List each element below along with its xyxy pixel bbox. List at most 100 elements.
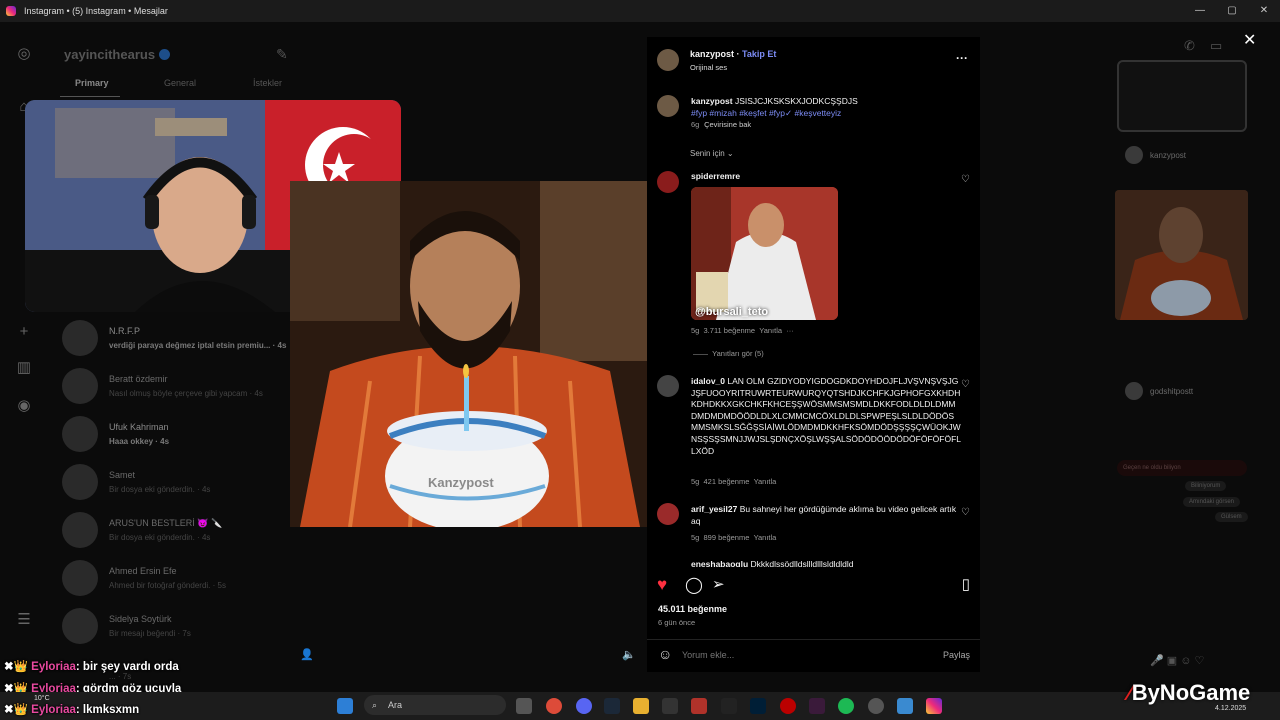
emoji-icon[interactable]: ☺: [658, 646, 672, 662]
task-view-icon[interactable]: [516, 698, 532, 714]
spotify-icon[interactable]: [838, 698, 854, 714]
shared-reel-image: [1115, 190, 1248, 320]
commenter-avatar[interactable]: [657, 171, 679, 193]
shared-reel-thumb[interactable]: [1115, 190, 1248, 320]
comment: spiderremre: [691, 171, 961, 183]
app-icon[interactable]: [691, 698, 707, 714]
window-title: Instagram • (5) Instagram • Mesajlar: [24, 6, 168, 16]
tab-primary[interactable]: Primary: [75, 78, 109, 88]
profile-icon[interactable]: 👤: [300, 648, 314, 661]
author-avatar[interactable]: [657, 49, 679, 71]
threads-icon[interactable]: ◉: [14, 396, 34, 416]
conversation-item[interactable]: ARUS'UN BESTLERİ 😈 🔪 Bir dosya eki gönder…: [62, 512, 292, 552]
app-icon[interactable]: [809, 698, 825, 714]
conversation-item[interactable]: N.R.F.P verdiği paraya değmez iptal etsin…: [62, 320, 292, 360]
video-call-icon[interactable]: ▭: [1210, 38, 1222, 54]
share-icon[interactable]: ➢: [712, 575, 725, 593]
shared-reel-thumb[interactable]: [1117, 60, 1247, 132]
audio-label[interactable]: Orijinal ses: [690, 63, 727, 72]
avatar: [62, 368, 98, 404]
comment-gif[interactable]: @bursali_teto: [691, 187, 838, 320]
translate-link[interactable]: Çevirisine bak: [704, 120, 751, 129]
compose-icon[interactable]: ✎: [276, 46, 288, 63]
taskbar-search[interactable]: ⌕ Ara: [364, 695, 506, 715]
post-author[interactable]: kanzypost: [690, 49, 734, 59]
view-replies-button[interactable]: —— Yanıtları gör (5): [693, 349, 764, 358]
conversation-item[interactable]: Ufuk Kahriman Haaa okkey · 4s: [62, 416, 292, 456]
avatar: [62, 320, 98, 356]
chrome-icon[interactable]: [546, 698, 562, 714]
comment-user[interactable]: spiderremre: [691, 171, 740, 181]
chat-background-panel: kanzypost godshitpostt Geçen ne oldu bil…: [1115, 60, 1265, 620]
menu-icon[interactable]: ☰: [14, 610, 34, 630]
comment-text: LAN OLM GZIDYODYIGDOGDKDOYHDOJFLJVŞVNŞVŞ…: [691, 376, 961, 456]
conversation-item[interactable]: Sidelya Soytürk Bir mesajı beğendi · 7s: [62, 608, 292, 648]
call-icon[interactable]: ✆: [1184, 38, 1195, 54]
post-comment-button[interactable]: Paylaş: [943, 650, 970, 660]
instagram-taskbar-icon[interactable]: [926, 698, 942, 714]
comment-meta: 5g 3.711 beğenme Yanıtla ···: [691, 326, 794, 335]
steam-icon[interactable]: [604, 698, 620, 714]
capcut-icon[interactable]: [662, 698, 678, 714]
create-icon[interactable]: +: [14, 322, 34, 342]
shared-post-author[interactable]: godshitpostt: [1150, 387, 1193, 396]
weather-widget[interactable]: 10°C: [34, 695, 50, 702]
epic-games-icon[interactable]: [721, 698, 737, 714]
app-icon[interactable]: [897, 698, 913, 714]
photoshop-icon[interactable]: [750, 698, 766, 714]
comment-user[interactable]: eneshabaoglu: [691, 559, 748, 567]
maximize-button[interactable]: ▢: [1216, 0, 1248, 22]
like-icon[interactable]: ♥: [657, 575, 667, 595]
tab-requests[interactable]: İstekler: [253, 78, 282, 88]
caption-avatar[interactable]: [657, 95, 679, 117]
caption-author[interactable]: kanzypost: [691, 96, 733, 106]
reply-button[interactable]: Yanıtla: [754, 533, 777, 542]
commenter-avatar[interactable]: [657, 503, 679, 525]
post-likes[interactable]: 45.011 beğenme: [658, 604, 727, 614]
comment-user[interactable]: arif_yesil27: [691, 504, 737, 514]
reel-video[interactable]: Kanzypost: [290, 181, 647, 527]
comment-likes[interactable]: 3.711 beğenme: [704, 326, 756, 335]
comment-likes[interactable]: 421 beğenme: [704, 477, 750, 486]
gif-image: [691, 187, 838, 320]
instagram-logo-icon[interactable]: ◎: [14, 44, 34, 64]
stream-chat-line: ✖👑 Eyloriaa: bir şey vardı orda: [4, 661, 179, 673]
file-explorer-icon[interactable]: [633, 698, 649, 714]
minimize-button[interactable]: —: [1184, 0, 1216, 22]
discord-icon[interactable]: [576, 698, 592, 714]
conversation-item[interactable]: Samet Bir dosya eki gönderdin. · 4s: [62, 464, 292, 504]
comment-filter[interactable]: Senin için ⌄: [690, 149, 734, 158]
comment-like-icon[interactable]: ♡: [961, 507, 970, 518]
reply-button[interactable]: Yanıtla: [759, 326, 782, 335]
dashboard-icon[interactable]: ▥: [14, 358, 34, 378]
comment-more-icon[interactable]: ···: [786, 326, 794, 335]
mute-icon[interactable]: 🔈: [622, 648, 636, 661]
search-label: Ara: [388, 700, 403, 710]
close-window-button[interactable]: ✕: [1248, 0, 1280, 22]
reply-button[interactable]: Yanıtla: [754, 477, 777, 486]
commenter-avatar[interactable]: [657, 375, 679, 397]
shared-post-author[interactable]: kanzypost: [1150, 151, 1186, 160]
close-modal-icon[interactable]: ✕: [1243, 30, 1256, 50]
comment-input[interactable]: [682, 647, 912, 663]
account-username[interactable]: yayincithearus: [64, 47, 171, 62]
comment-user[interactable]: idalov_0: [691, 376, 725, 386]
app-icon[interactable]: [868, 698, 884, 714]
conversation-item[interactable]: Ahmed Ersin Efe Ahmed bir fotoğraf gönder…: [62, 560, 292, 600]
bookmark-icon[interactable]: ▯: [962, 575, 970, 593]
conversation-name: Ufuk Kahriman: [109, 422, 169, 432]
caption-hashtags[interactable]: #fyp #mizah #keşfet #fyp✓ #keşvetteyiz: [691, 108, 841, 118]
comment-likes[interactable]: 899 beğenme: [704, 533, 750, 542]
more-options-icon[interactable]: ···: [956, 51, 968, 65]
tab-general[interactable]: General: [164, 78, 196, 88]
comment-like-icon[interactable]: ♡: [961, 379, 970, 390]
app-icon[interactable]: [780, 698, 796, 714]
post-actions: ♥ ◯ ➢ ▯: [657, 575, 970, 599]
chat-message: : lkmksxmn: [75, 704, 140, 716]
comment-meta: 5g 421 beğenme Yanıtla: [691, 477, 776, 486]
comment-icon[interactable]: ◯: [685, 575, 703, 595]
start-icon[interactable]: [337, 698, 353, 714]
comment-like-icon[interactable]: ♡: [961, 174, 970, 185]
follow-button[interactable]: Takip Et: [742, 49, 776, 59]
conversation-item[interactable]: Beratt özdemir Nasıl olmuş böyle çerçeve …: [62, 368, 292, 408]
